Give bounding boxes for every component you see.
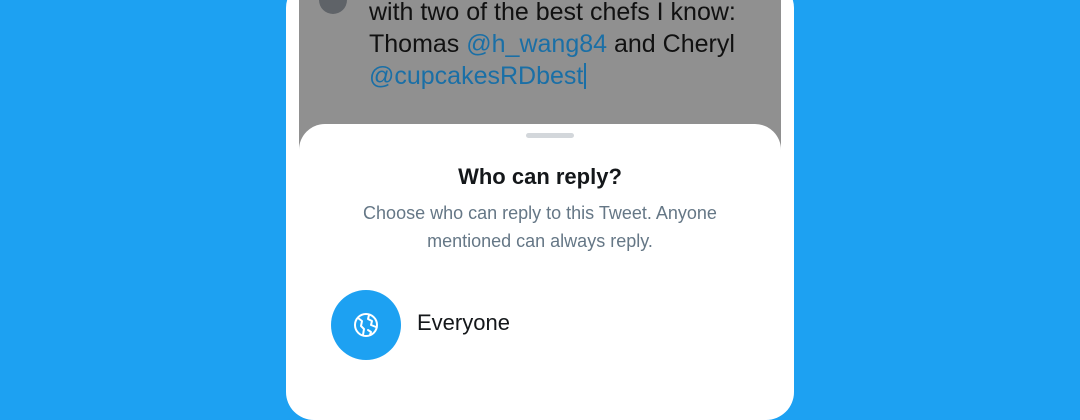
sheet-drag-handle[interactable] xyxy=(526,133,574,138)
globe-icon-badge xyxy=(331,290,401,360)
subtitle-line-1: Choose who can reply to this Tweet. Anyo… xyxy=(363,203,717,223)
reply-option-everyone[interactable]: Everyone xyxy=(299,284,781,364)
tweet-text-segment: Thomas xyxy=(369,30,467,58)
sheet-title: Who can reply? xyxy=(458,164,622,189)
mention-link-h-wang84[interactable]: @h_wang84 xyxy=(466,30,607,58)
subtitle-line-2: mentioned can always reply. xyxy=(427,231,653,251)
mention-link-cupcakesrdbest[interactable]: @cupcakesRDbest xyxy=(369,62,583,90)
tweet-text-segment: and Cheryl xyxy=(607,30,735,58)
sheet-subtitle: Choose who can reply to this Tweet. Anyo… xyxy=(299,199,781,255)
tweet-line-3: @cupcakesRDbest xyxy=(369,60,769,92)
tweet-compose-text[interactable]: with two of the best chefs I know: Thoma… xyxy=(369,0,769,92)
text-cursor xyxy=(584,63,587,89)
option-label: Everyone xyxy=(417,310,510,335)
reply-settings-sheet: Who can reply? Choose who can reply to t… xyxy=(299,124,781,400)
phone-screen: with two of the best chefs I know: Thoma… xyxy=(299,0,781,400)
avatar xyxy=(319,0,347,14)
tweet-line-1: with two of the best chefs I know: xyxy=(369,0,736,26)
globe-icon xyxy=(354,313,378,337)
tweet-line-2: Thomas @h_wang84 and Cheryl xyxy=(369,28,769,60)
